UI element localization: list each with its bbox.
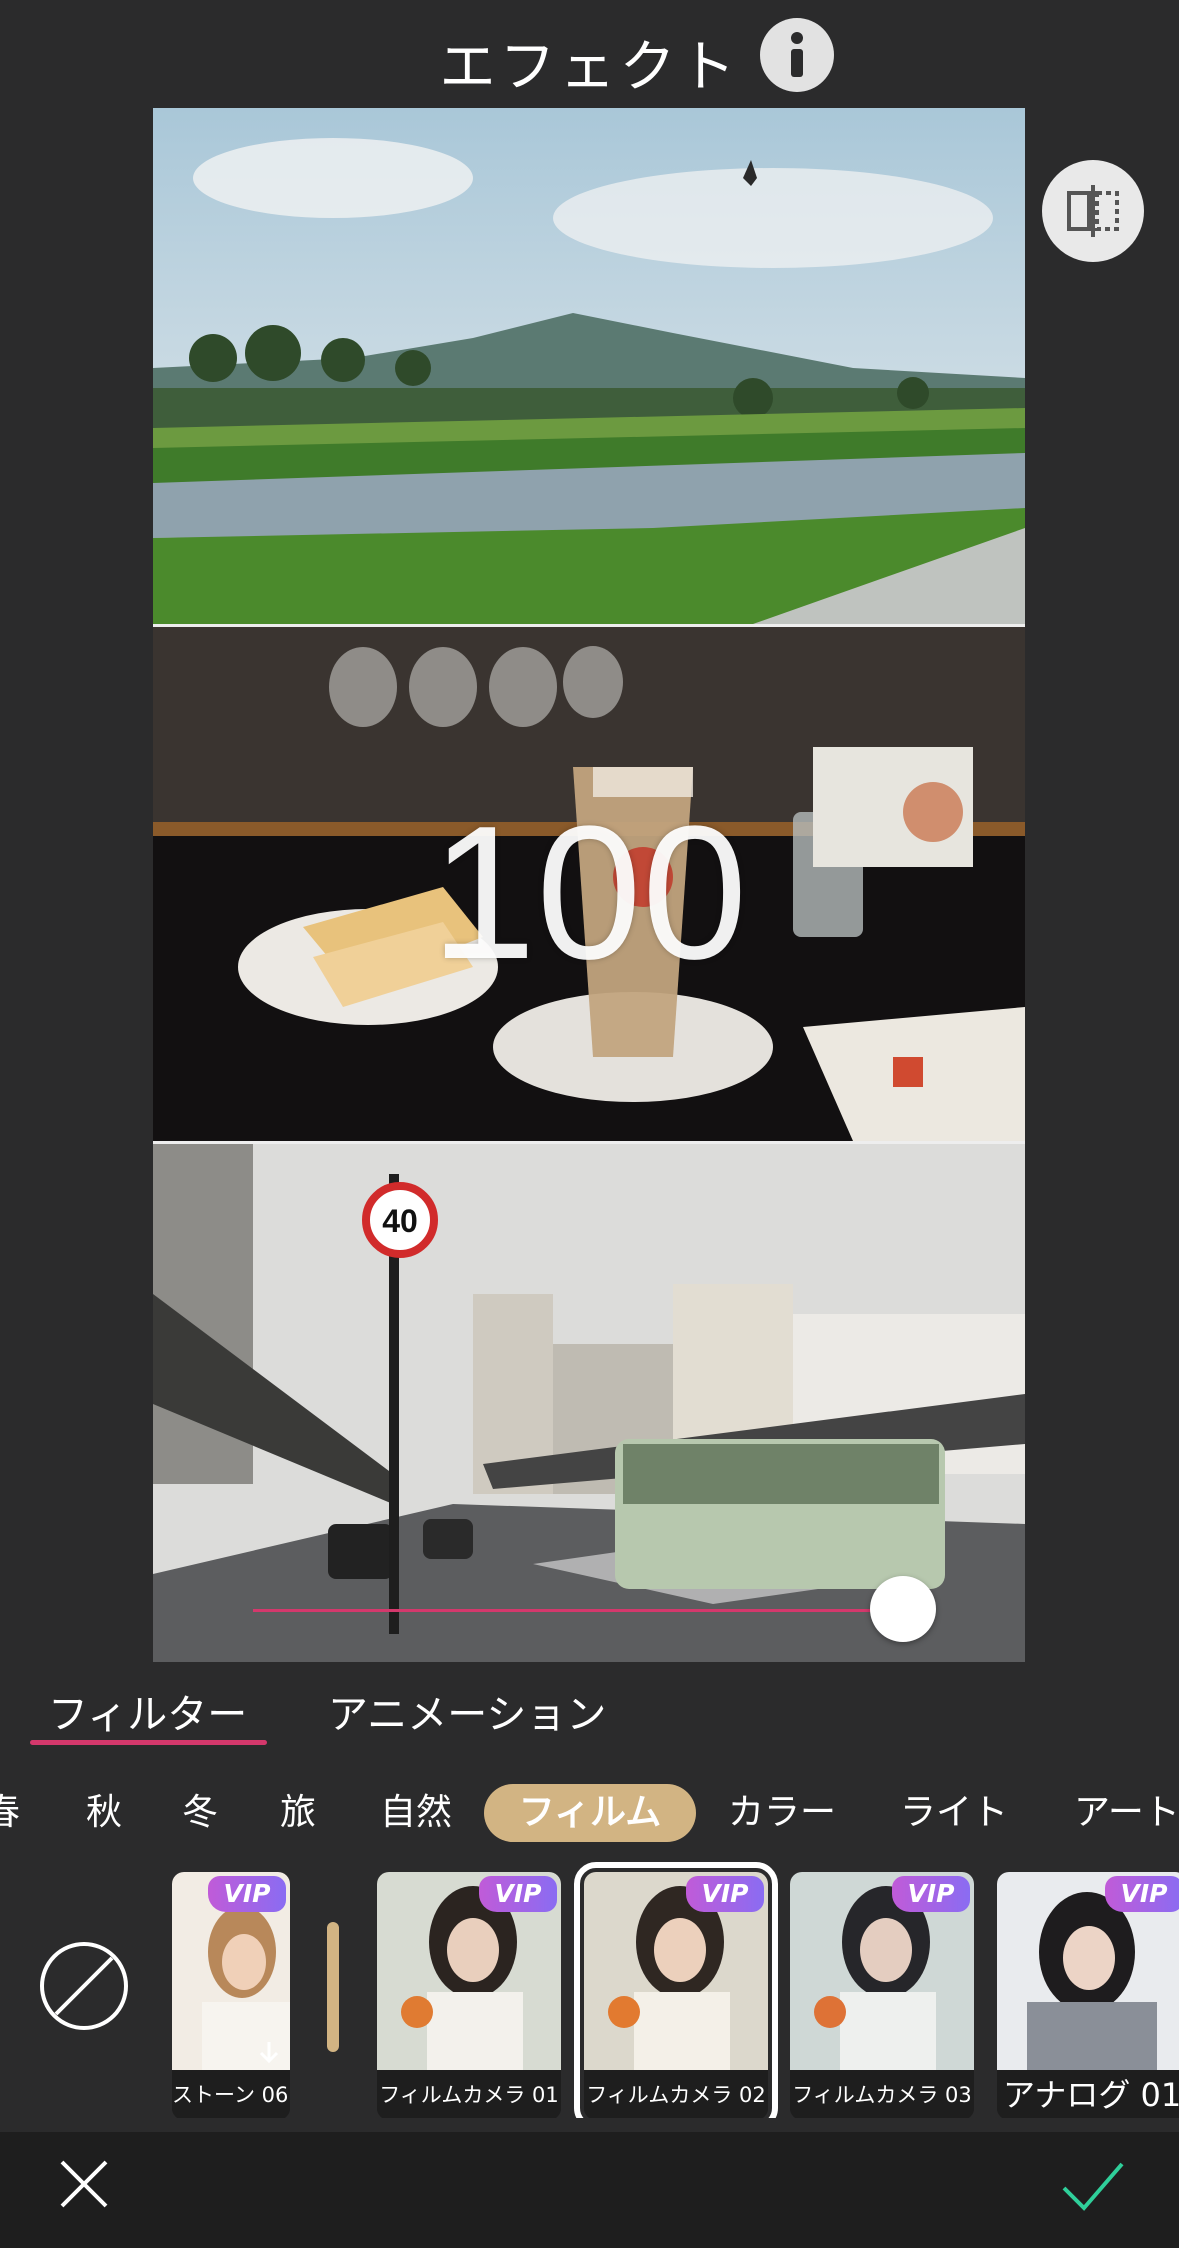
intensity-slider-track[interactable] xyxy=(253,1609,903,1612)
vip-badge: VIP xyxy=(1105,1876,1179,1912)
info-button[interactable] xyxy=(760,18,834,92)
category-nature[interactable]: 自然 xyxy=(380,1784,452,1842)
category-color[interactable]: カラー xyxy=(728,1784,836,1842)
category-film[interactable]: フィルム xyxy=(484,1784,696,1842)
mode-tabs: フィルター アニメーション xyxy=(0,1670,1179,1750)
category-autumn[interactable]: 秋 xyxy=(86,1784,122,1842)
filter-analog-01[interactable]: VIP アナログ 01 xyxy=(997,1872,1179,2118)
preview-canvas[interactable]: 40 100 xyxy=(153,108,1025,1662)
filter-label: ストーン 06 xyxy=(172,2070,290,2118)
intensity-slider-thumb[interactable] xyxy=(870,1576,936,1642)
filter-label: フィルムカメラ 01 xyxy=(377,2070,561,2118)
info-icon xyxy=(791,32,803,77)
filter-stone-06[interactable]: VIP ストーン 06 xyxy=(172,1872,290,2118)
page-title: エフェクト xyxy=(439,35,740,100)
vip-badge: VIP xyxy=(479,1876,557,1912)
filter-label: フィルムカメラ 03 xyxy=(790,2070,974,2118)
vip-badge: VIP xyxy=(892,1876,970,1912)
active-tab-indicator xyxy=(30,1740,267,1745)
river-landscape-photo xyxy=(153,108,1025,624)
filter-list: VIP ストーン 06 VIP フィルムカメラ 01 VIP フィルムカメラ 0… xyxy=(0,1862,1179,2118)
bottom-bar xyxy=(0,2132,1179,2248)
category-spring[interactable]: 春 xyxy=(0,1784,20,1842)
filter-label: フィルムカメラ 02 xyxy=(584,2070,768,2118)
speed-sign-text: 40 xyxy=(382,1203,418,1239)
no-filter-icon[interactable] xyxy=(38,1940,130,2032)
tab-animation[interactable]: アニメーション xyxy=(328,1682,606,1740)
check-icon[interactable] xyxy=(1060,2158,1126,2214)
category-art[interactable]: アート xyxy=(1074,1784,1179,1842)
filter-group-divider xyxy=(327,1922,339,2052)
split-compare-icon xyxy=(1067,185,1119,237)
filter-film-camera-03[interactable]: VIP フィルムカメラ 03 xyxy=(790,1872,974,2118)
compare-button[interactable] xyxy=(1042,160,1144,262)
filter-film-camera-01[interactable]: VIP フィルムカメラ 01 xyxy=(377,1872,561,2118)
filter-film-camera-02[interactable]: VIP フィルムカメラ 02 xyxy=(574,1862,778,2118)
download-icon xyxy=(259,2042,279,2064)
filter-label: アナログ 01 xyxy=(997,2070,1179,2118)
filter-categories: 春 秋 冬 旅 自然 フィルム カラー ライト アート xyxy=(0,1780,1179,1846)
vip-badge: VIP xyxy=(208,1876,286,1912)
category-travel[interactable]: 旅 xyxy=(280,1784,316,1842)
intensity-value: 100 xyxy=(430,787,748,999)
vip-badge: VIP xyxy=(686,1876,764,1912)
close-icon[interactable] xyxy=(56,2156,112,2212)
header: エフェクト xyxy=(0,0,1179,108)
category-winter[interactable]: 冬 xyxy=(182,1784,218,1842)
tab-filter[interactable]: フィルター xyxy=(48,1682,247,1740)
category-light[interactable]: ライト xyxy=(900,1784,1008,1842)
